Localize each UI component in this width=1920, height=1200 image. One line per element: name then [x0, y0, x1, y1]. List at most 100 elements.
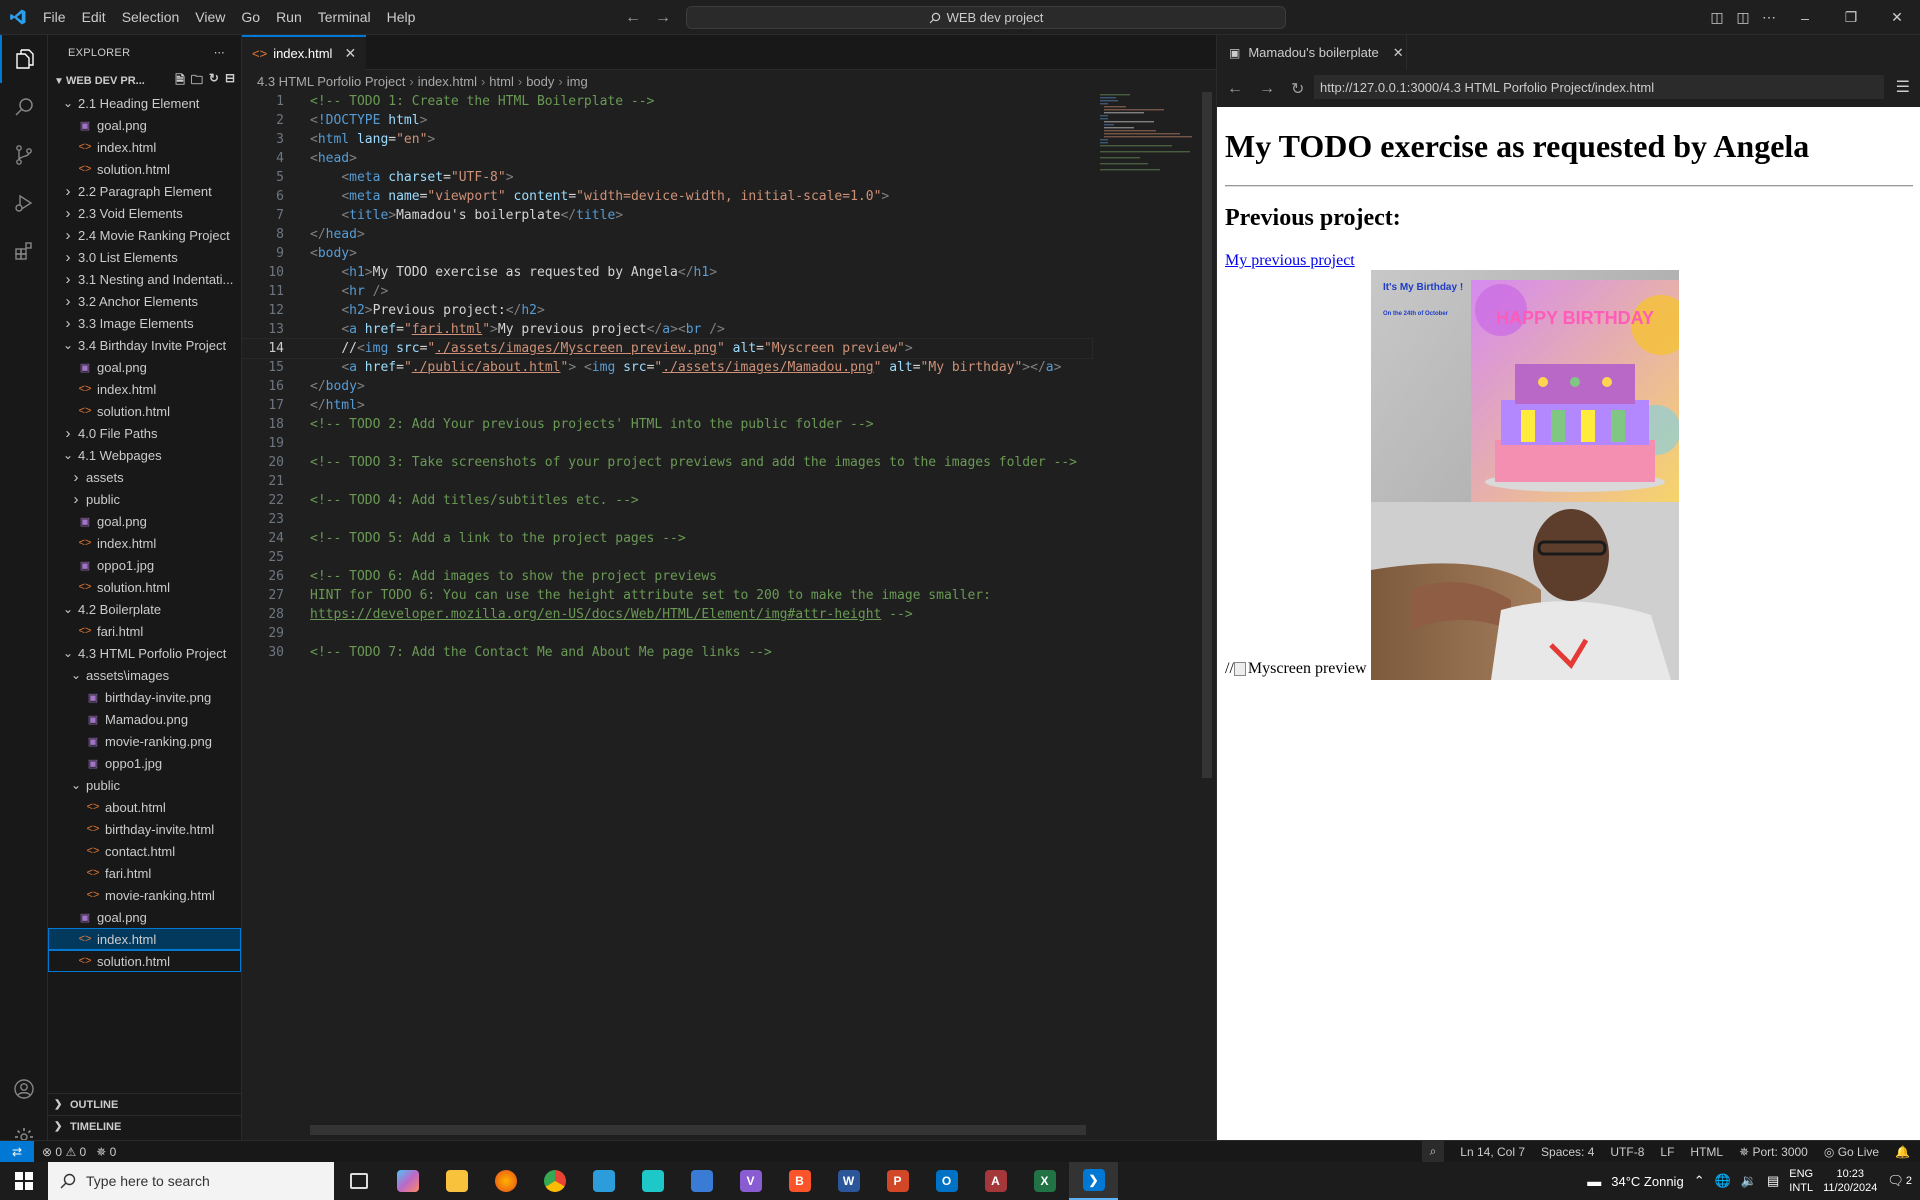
minimap[interactable] — [1092, 92, 1197, 172]
windows-start-icon[interactable] — [0, 1162, 48, 1200]
workspace-row[interactable]: ▼ WEB DEV PR... 🗎 🗀 ↻ ⊟ — [48, 70, 241, 92]
close-tab-icon[interactable]: ✕ — [344, 45, 356, 62]
visual-studio-icon[interactable]: V — [726, 1162, 775, 1200]
taskbar-search-input[interactable]: Type here to search — [48, 1162, 334, 1200]
tree-file[interactable]: <> index.html — [48, 378, 241, 400]
search-icon[interactable] — [0, 83, 48, 131]
battery-icon[interactable]: ▤ — [1767, 1173, 1779, 1189]
tree-file[interactable]: <> index.html — [48, 532, 241, 554]
menu-edit[interactable]: Edit — [74, 0, 114, 35]
tree-file[interactable]: <> solution.html — [48, 950, 241, 972]
menu-run[interactable]: Run — [268, 0, 310, 35]
remote-indicator-icon[interactable]: ⇄ — [0, 1140, 34, 1163]
tree-file[interactable]: ▣ oppo1.jpg — [48, 554, 241, 576]
port-status[interactable]: ✵ Port: 3000 — [1739, 1145, 1808, 1159]
tab-index-html[interactable]: <> index.html ✕ — [242, 35, 367, 70]
browser-reload-icon[interactable]: ↻ — [1291, 79, 1304, 99]
tree-folder[interactable]: › 3.3 Image Elements — [48, 312, 241, 334]
tree-folder[interactable]: › 2.2 Paragraph Element — [48, 180, 241, 202]
tree-folder[interactable]: › 3.1 Nesting and Indentati... — [48, 268, 241, 290]
photos-icon[interactable] — [677, 1162, 726, 1200]
breadcrumb-item[interactable]: index.html — [418, 74, 477, 89]
encoding[interactable]: UTF-8 — [1610, 1145, 1644, 1159]
outlook-icon[interactable]: O — [922, 1162, 971, 1200]
firefox-icon[interactable] — [481, 1162, 530, 1200]
tree-file[interactable]: <> solution.html — [48, 576, 241, 598]
brave-icon[interactable]: B — [775, 1162, 824, 1200]
tree-file[interactable]: ▣ birthday-invite.png — [48, 686, 241, 708]
tree-file[interactable]: <> fari.html — [48, 620, 241, 642]
command-center[interactable]: WEB dev project — [686, 6, 1286, 29]
vertical-scrollbar[interactable] — [1200, 92, 1214, 1132]
cursor-position[interactable]: Ln 14, Col 7 — [1460, 1145, 1525, 1159]
tree-folder[interactable]: › 3.2 Anchor Elements — [48, 290, 241, 312]
source-control-icon[interactable] — [0, 131, 48, 179]
language-mode[interactable]: HTML — [1690, 1145, 1723, 1159]
copilot-icon[interactable] — [383, 1162, 432, 1200]
language-indicator[interactable]: ENG INTL — [1789, 1167, 1813, 1195]
tree-folder[interactable]: ⌄ 4.1 Webpages — [48, 444, 241, 466]
forward-arrow-icon[interactable]: → — [655, 9, 671, 27]
new-file-icon[interactable]: 🗎 — [175, 71, 185, 92]
tree-folder[interactable]: ⌄ assets\images — [48, 664, 241, 686]
horizontal-scrollbar[interactable] — [310, 1125, 1086, 1135]
tree-file[interactable]: ▣ goal.png — [48, 356, 241, 378]
browser-url-input[interactable]: http://127.0.0.1:3000/4.3 HTML Porfolio … — [1314, 75, 1884, 99]
back-arrow-icon[interactable]: ← — [625, 9, 641, 27]
tree-folder[interactable]: › assets — [48, 466, 241, 488]
tree-file[interactable]: ▣ oppo1.jpg — [48, 752, 241, 774]
tree-file[interactable]: <> birthday-invite.html — [48, 818, 241, 840]
refresh-icon[interactable]: ↻ — [209, 71, 219, 92]
run-debug-icon[interactable] — [0, 179, 48, 227]
word-icon[interactable]: W — [824, 1162, 873, 1200]
close-window-icon[interactable]: ✕ — [1874, 9, 1920, 26]
menu-view[interactable]: View — [187, 0, 233, 35]
close-tab-icon[interactable]: ✕ — [1393, 45, 1404, 61]
toggle-editor-layout-icon[interactable]: ◫ — [1730, 9, 1756, 26]
tree-file[interactable]: ▣ goal.png — [48, 114, 241, 136]
tree-folder[interactable]: › public — [48, 488, 241, 510]
browser-menu-icon[interactable]: ☰ — [1896, 77, 1910, 97]
extensions-icon[interactable] — [0, 227, 48, 275]
file-explorer-icon[interactable] — [432, 1162, 481, 1200]
powerpoint-icon[interactable]: P — [873, 1162, 922, 1200]
access-icon[interactable]: A — [971, 1162, 1020, 1200]
tree-file[interactable]: <> solution.html — [48, 400, 241, 422]
tree-file[interactable]: ▣ goal.png — [48, 906, 241, 928]
clock[interactable]: 10:23 11/20/2024 — [1823, 1167, 1877, 1195]
code-editor[interactable]: 1 <!-- TODO 1: Create the HTML Boilerplat… — [241, 92, 1093, 662]
breadcrumb-item[interactable]: html — [489, 74, 514, 89]
cloud-app-icon[interactable] — [628, 1162, 677, 1200]
tree-file[interactable]: <> contact.html — [48, 840, 241, 862]
tree-file[interactable]: <> about.html — [48, 796, 241, 818]
volume-icon[interactable]: 🔉 — [1741, 1173, 1757, 1189]
tree-file[interactable]: ▣ goal.png — [48, 510, 241, 532]
excel-icon[interactable]: X — [1020, 1162, 1069, 1200]
tree-folder[interactable]: ⌄ 2.1 Heading Element — [48, 92, 241, 114]
more-actions-icon[interactable]: ⋯ — [214, 46, 225, 59]
breadcrumb-item[interactable]: 4.3 HTML Porfolio Project — [257, 74, 405, 89]
tree-folder[interactable]: › 4.0 File Paths — [48, 422, 241, 444]
weather-text[interactable]: 34°C Zonnig — [1611, 1174, 1683, 1189]
minimize-icon[interactable]: – — [1782, 10, 1828, 26]
toggle-sidebar-icon[interactable]: ◫ — [1704, 9, 1730, 26]
previous-project-link[interactable]: My previous project — [1225, 252, 1355, 269]
restore-icon[interactable]: ❐ — [1828, 9, 1874, 26]
notifications-bell-icon[interactable]: 🔔 — [1895, 1145, 1910, 1159]
menu-file[interactable]: File — [35, 0, 74, 35]
tray-overflow-icon[interactable]: ⌃ — [1694, 1173, 1705, 1189]
tree-file[interactable]: <> index.html — [48, 928, 241, 950]
tree-file[interactable]: <> fari.html — [48, 862, 241, 884]
menu-selection[interactable]: Selection — [114, 0, 188, 35]
problems-indicator[interactable]: ⊗ 0 ⚠ 0 — [42, 1145, 86, 1159]
ports-indicator[interactable]: ✵ 0 — [96, 1145, 116, 1159]
tree-file[interactable]: ▣ movie-ranking.png — [48, 730, 241, 752]
tree-file[interactable]: <> solution.html — [48, 158, 241, 180]
breadcrumb-item[interactable]: body — [526, 74, 554, 89]
birthday-photo-link[interactable]: HAPPY BIRTHDAY It's My Birthday ! On the… — [1370, 270, 1679, 680]
tree-folder[interactable]: ⌄ public — [48, 774, 241, 796]
breadcrumb-item[interactable]: img — [567, 74, 588, 89]
menu-go[interactable]: Go — [233, 0, 268, 35]
end-of-line[interactable]: LF — [1660, 1145, 1674, 1159]
more-icon[interactable]: ⋯ — [1756, 9, 1782, 26]
